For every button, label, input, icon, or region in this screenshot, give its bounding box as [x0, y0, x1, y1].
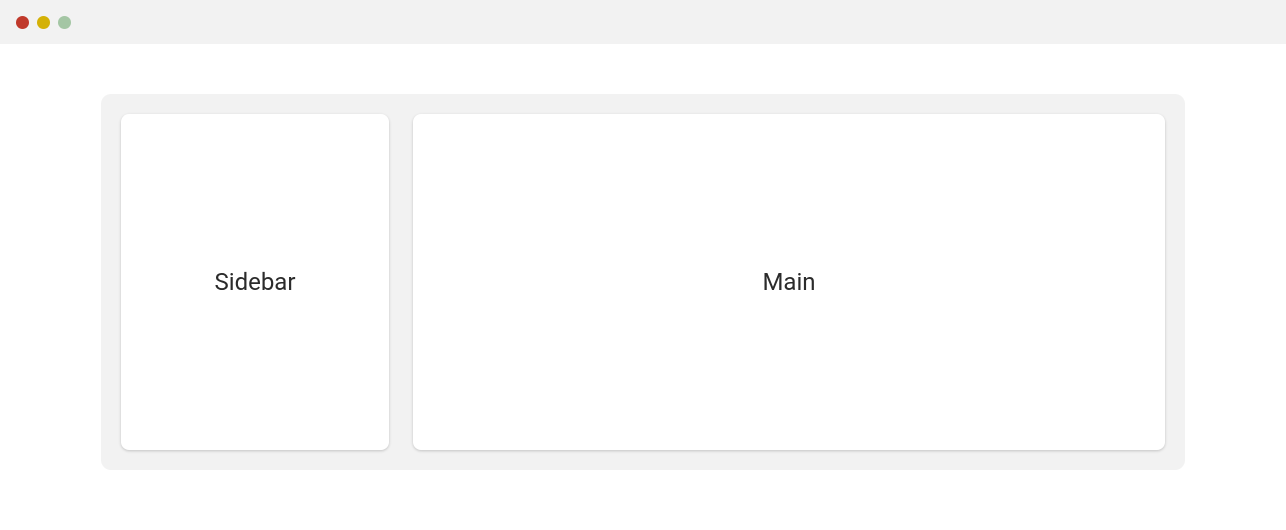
sidebar-label: Sidebar: [214, 268, 295, 296]
page-content: Sidebar Main: [0, 44, 1286, 470]
main-panel: Main: [413, 114, 1165, 450]
window-controls: [16, 16, 71, 29]
main-label: Main: [762, 268, 815, 296]
close-window-button[interactable]: [16, 16, 29, 29]
sidebar-panel: Sidebar: [121, 114, 389, 450]
minimize-window-button[interactable]: [37, 16, 50, 29]
maximize-window-button[interactable]: [58, 16, 71, 29]
layout-container: Sidebar Main: [101, 94, 1185, 470]
window-titlebar: [0, 0, 1286, 44]
